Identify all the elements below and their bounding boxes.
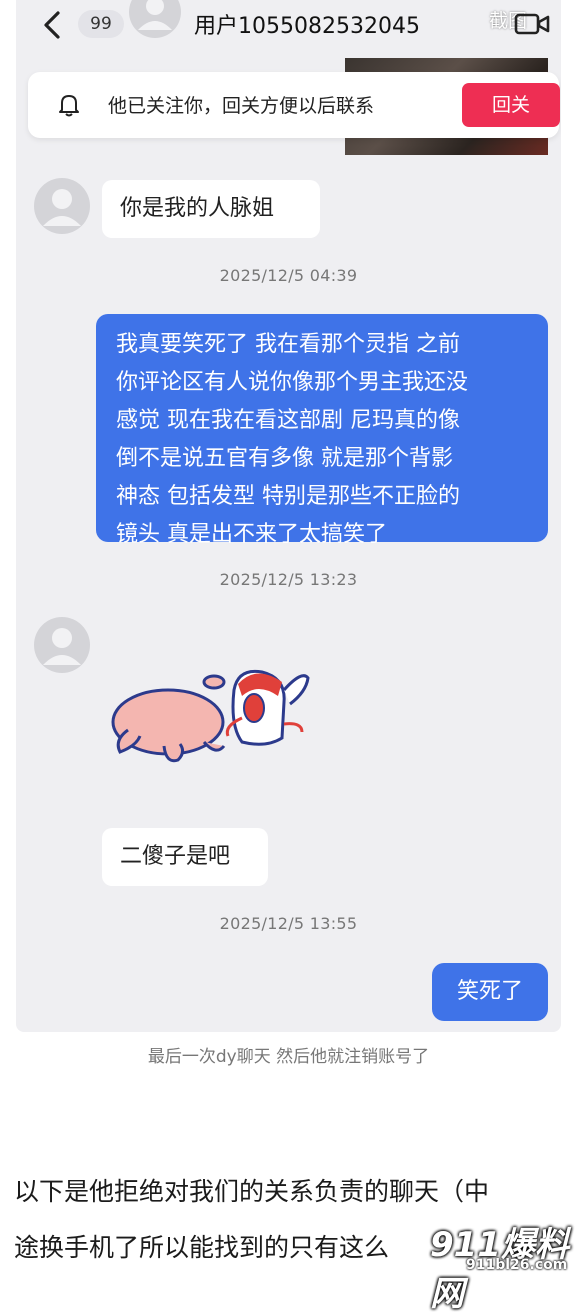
- bell-icon: [59, 95, 79, 117]
- follow-banner: 他已关注你，回关方便以后联系 回关: [28, 72, 560, 138]
- video-camera-icon[interactable]: [514, 12, 550, 36]
- message-timestamp: 2025/12/5 04:39: [219, 266, 358, 285]
- follow-banner-text: 他已关注你，回关方便以后联系: [108, 95, 375, 117]
- message-timestamp: 2025/12/5 13:23: [219, 570, 358, 589]
- message-bubble-outgoing[interactable]: 笑死了: [432, 963, 548, 1021]
- chevron-left-icon[interactable]: [38, 10, 68, 40]
- message-bubble-incoming[interactable]: 二傻子是吧: [102, 828, 268, 886]
- screaming-cartoon-sticker[interactable]: [106, 660, 316, 770]
- message-line: 你评论区有人说你像那个男主我还没: [116, 370, 469, 395]
- message-line: 感觉 现在我在看这部剧 尼玛真的像: [116, 408, 460, 433]
- avatar[interactable]: [34, 178, 90, 234]
- message-line: 镜头 真是出不来了太搞笑了: [116, 522, 387, 547]
- message-line: 我真要笑死了 我在看那个灵指 之前: [116, 332, 460, 357]
- unread-badge[interactable]: 99: [78, 10, 124, 38]
- avatar[interactable]: [129, 0, 181, 38]
- watermark-logo: 911爆料网 911bl26.com: [430, 1205, 570, 1314]
- image-caption: 最后一次dy聊天 然后他就注销账号了: [147, 1047, 430, 1067]
- message-timestamp: 2025/12/5 13:55: [219, 914, 358, 933]
- chat-header: 99 用户1055082532045 截图: [16, 0, 561, 58]
- watermark-url: 911bl26.com: [466, 1257, 568, 1273]
- message-bubble-outgoing[interactable]: 我真要笑死了 我在看那个灵指 之前 你评论区有人说你像那个男主我还没 感觉 现在…: [96, 314, 548, 547]
- article-text-line: 以下是他拒绝对我们的关系负责的聊天（中: [14, 1177, 490, 1206]
- follow-back-button[interactable]: 回关: [462, 83, 560, 127]
- message-line: 神态 包括发型 特别是那些不正脸的: [116, 484, 460, 509]
- message-bubble-incoming[interactable]: 你是我的人脉姐: [102, 180, 320, 238]
- article-text-line: 途换手机了所以能找到的只有这么: [14, 1233, 390, 1262]
- message-line: 倒不是说五官有多像 就是那个背影: [116, 446, 453, 471]
- avatar[interactable]: [34, 617, 90, 673]
- chat-username: 用户1055082532045: [194, 14, 420, 39]
- chat-screenshot: 99 用户1055082532045 截图 他已关注你，回关方便以后联系 回关 …: [16, 0, 561, 1032]
